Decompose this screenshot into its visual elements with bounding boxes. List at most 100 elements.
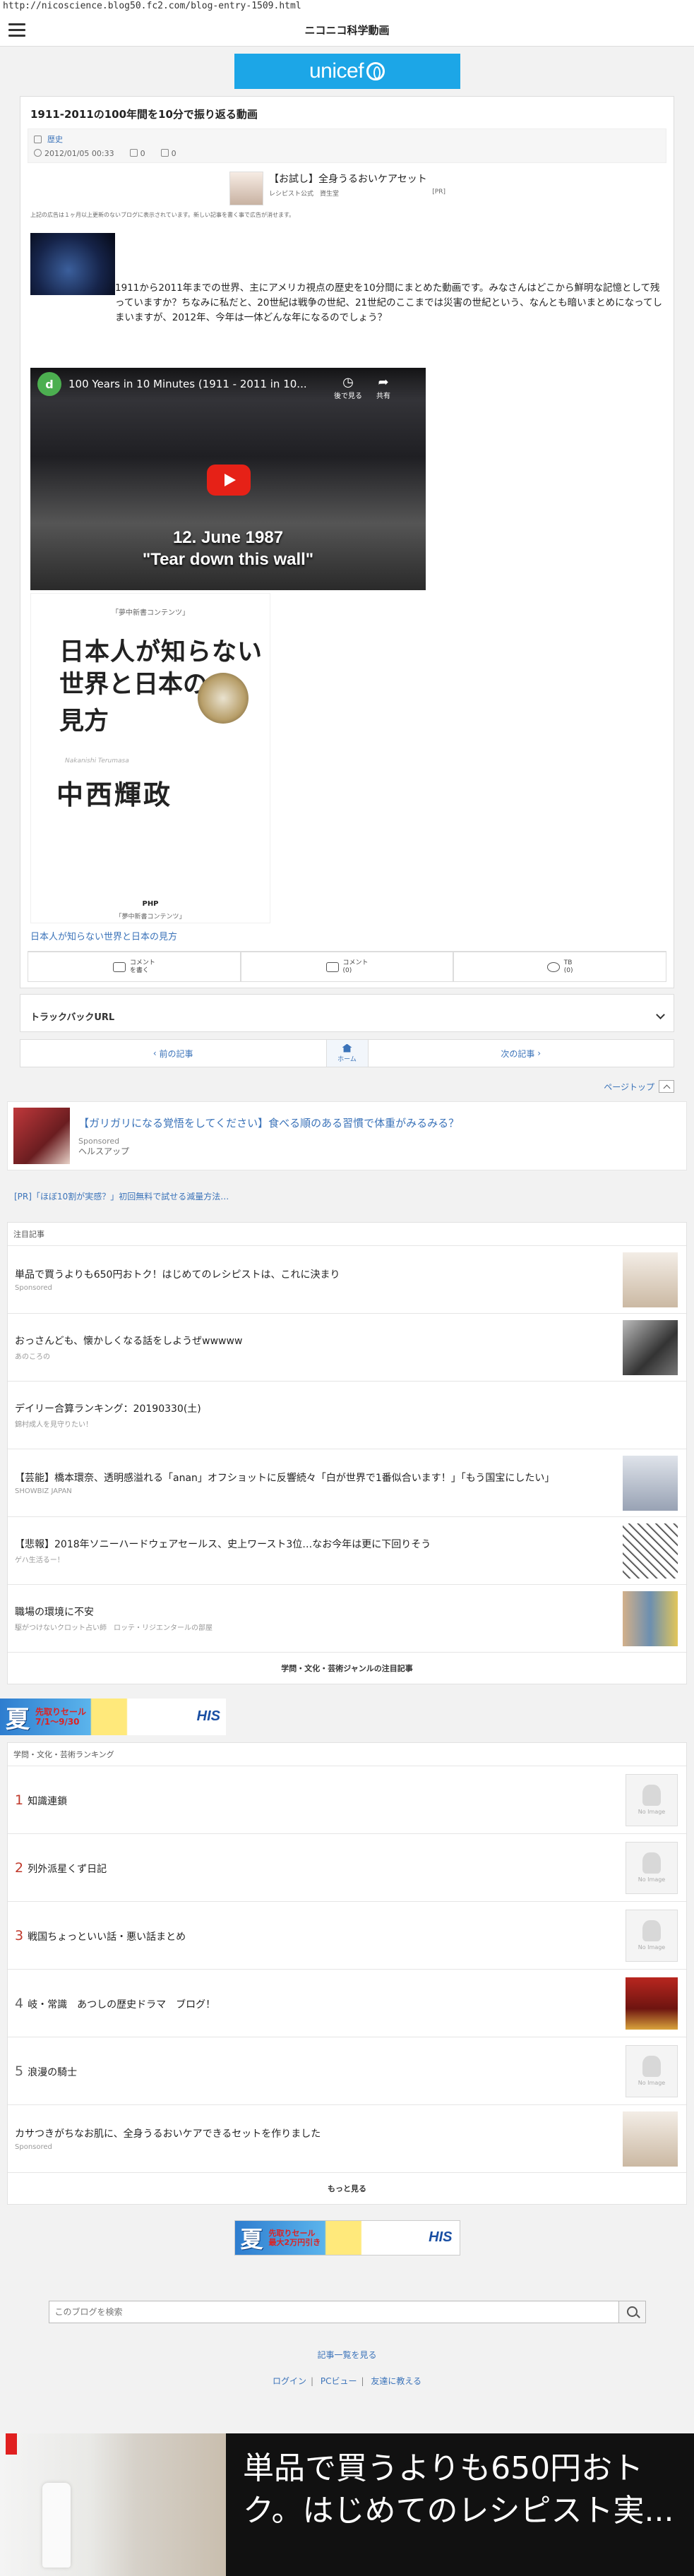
site-title[interactable]: ニコニコ科学動画 — [304, 23, 389, 37]
ranking-panel: 学問・文化・芸術ランキング 1 知識連鎖 No Image 2 列外派星くず日記 N… — [7, 1742, 687, 2205]
attention-item[interactable]: おっさんども、懐かしくなる話をしようぜwwwww あのころの — [8, 1314, 686, 1382]
video-title-bar: d 100 Years in 10 Minutes (1911 - 2011 i… — [30, 368, 426, 400]
site-header: ニコニコ科学動画 — [0, 14, 694, 47]
bottom-sticky-ad[interactable]: 単品で買うよりも650円おトク。はじめてのレシピスト実... — [0, 2433, 694, 2576]
sponsored-thumbnail — [623, 2111, 678, 2167]
article-list-link[interactable]: 記事一覧を見る — [317, 2350, 376, 2360]
attention-thumbnail — [623, 1590, 678, 1646]
play-button[interactable] — [207, 465, 251, 496]
attention-item[interactable]: 【芸能】橋本環奈、透明感溢れる「anan」オフショットに反響続々「白が世界で1番… — [8, 1449, 686, 1517]
article-meta: 歴史 2012/01/05 00:33 0 0 — [28, 128, 666, 163]
article-actions: コメント を書く コメント (0) TB (0) — [28, 951, 667, 982]
comments-icon — [325, 961, 339, 972]
pr-text-link[interactable]: [PR]「ほぼ10割が実感？」初回無料で試せる減量方法… — [14, 1190, 680, 1202]
his-logo: HIS — [429, 2229, 453, 2245]
ranking-item[interactable]: 2 列外派星くず日記 No Image — [8, 1834, 686, 1902]
trackback-button[interactable]: TB (0) — [453, 952, 667, 982]
share-button[interactable]: ➦ 共有 — [376, 375, 390, 400]
no-image-icon: No Image — [626, 2044, 678, 2097]
unicef-banner[interactable]: unicef — [234, 54, 460, 89]
ranking-item[interactable]: 5 浪漫の騎士 No Image — [8, 2037, 686, 2105]
search-icon[interactable] — [618, 2301, 646, 2323]
footer-links: ログイン | PCビュー | 友達に教える — [272, 2376, 422, 2386]
video-title[interactable]: 100 Years in 10 Minutes (1911 - 2011 in … — [68, 378, 307, 390]
pr-source: レシピスト公式 資生堂 — [269, 191, 340, 198]
no-image-icon: No Image — [626, 1773, 678, 1826]
ranking-item[interactable]: 1 知識連鎖 No Image — [8, 1766, 686, 1834]
home-icon — [342, 1043, 352, 1053]
his-banner-left[interactable]: 夏 先取りセール 7/1～9/30 HIS — [0, 1699, 226, 1735]
book-cover[interactable]: 「夢中新書コンテンツ」 日本人が知らない 世界と日本の 見方 Nakanishi… — [30, 593, 270, 923]
sponsored-ad-card[interactable]: 【ガリガリになる覚悟をしてください】食べる順のある習慣で体重がみるみる？ Spo… — [7, 1101, 687, 1170]
post-date: 2012/01/05 00:33 — [34, 149, 114, 158]
bottom-ad-image — [0, 2433, 226, 2576]
attention-item[interactable]: 単品で買うよりも650円おトク！はじめてのレシピストは、これに決まり Sponso… — [8, 1246, 686, 1314]
ad-sponsored: Sponsored — [78, 1136, 120, 1146]
ranking-item[interactable]: 3 戦国ちょっといい話・悪い話まとめ No Image — [8, 1902, 686, 1970]
browser-url[interactable]: http://nicoscience.blog50.fc2.com/blog-e… — [0, 0, 694, 14]
blog-search — [48, 2301, 646, 2323]
attention-item[interactable]: 【悲報】2018年ソニーハードウェアセールス、史上ワースト3位…なお今年は更に下… — [8, 1517, 686, 1585]
article-pager: ‹ 前の記事 ホーム 次の記事 › — [20, 1039, 674, 1067]
category-link[interactable]: 歴史 — [34, 133, 660, 145]
see-more-link[interactable]: もっと見る — [8, 2173, 686, 2204]
his-kanji: 夏 — [240, 2226, 263, 2253]
trackback-count[interactable]: 0 — [129, 149, 145, 158]
book-series-bottom: 「夢中新書コンテンツ」 — [115, 913, 186, 921]
pr-ad[interactable]: 【お試し】全身うるおいケアセット レシピスト公式 資生堂 [PR] — [229, 172, 469, 205]
login-link[interactable]: ログイン — [273, 2376, 306, 2386]
ranking-item[interactable]: 4 岐・常識 あつしの歴史ドラマ ブログ！ — [8, 1970, 686, 2037]
write-comment-button[interactable]: コメント を書く — [28, 952, 241, 982]
unicef-banner-wrap: unicef — [0, 47, 694, 96]
bottle-image — [42, 2483, 71, 2568]
pc-view-link[interactable]: PCビュー — [321, 2376, 357, 2386]
attention-thumbnail — [623, 1319, 678, 1375]
sponsored-item[interactable]: カサつきがちなお肌に、全身うるおいケアできるセットを作りました Sponsored — [8, 2105, 686, 2173]
tell-friend-link[interactable]: 友達に教える — [371, 2376, 421, 2386]
no-image-icon: No Image — [626, 1841, 678, 1894]
ranking-heading: 学問・文化・芸術ランキング — [8, 1743, 686, 1766]
comment-count[interactable]: 0 — [160, 149, 177, 158]
unicef-logo-text: unicef — [309, 59, 364, 83]
next-article-link[interactable]: 次の記事 › — [369, 1040, 674, 1067]
comments-button[interactable]: コメント (0) — [240, 952, 454, 982]
prev-article-link[interactable]: ‹ 前の記事 — [20, 1040, 326, 1067]
book-subtitle: Nakanishi Terumasa — [65, 757, 129, 765]
attention-item[interactable]: デイリー合算ランキング：20190330(土) 錦村成人を見守りたい！ — [8, 1382, 686, 1449]
chevron-down-icon — [656, 1010, 665, 1019]
his-kanji: 夏 — [6, 1705, 30, 1734]
chevron-left-icon: ‹ — [152, 1048, 160, 1058]
page-top-link[interactable]: ページトップ — [20, 1080, 674, 1093]
his-sale: 先取りセール 7/1～9/30 — [35, 1707, 87, 1727]
chevron-up-icon — [659, 1080, 674, 1093]
ad-title[interactable]: 【ガリガリになる覚悟をしてください】食べる順のある習慣で体重がみるみる？ — [78, 1115, 459, 1130]
youtube-embed[interactable]: d 100 Years in 10 Minutes (1911 - 2011 i… — [30, 368, 426, 590]
search-input[interactable] — [48, 2301, 619, 2323]
folder-icon — [34, 135, 42, 143]
article-list-link-wrap: 記事一覧を見る — [0, 2349, 694, 2361]
attention-panel: 注目記事 単品で買うよりも650円おトク！はじめてのレシピストは、これに決まり S… — [7, 1222, 687, 1684]
his-logo: HIS — [196, 1708, 220, 1724]
genre-attention-link[interactable]: 学問・文化・芸術ジャンルの注目記事 — [8, 1653, 686, 1684]
chevron-right-icon: › — [534, 1048, 542, 1058]
book-publisher: PHP — [142, 900, 159, 908]
trackback-section: トラックバックURL — [20, 994, 674, 1032]
ranking-thumbnail — [626, 1977, 678, 2030]
channel-avatar[interactable]: d — [37, 372, 61, 396]
his-sale: 先取りセール 最大2万円引き — [268, 2229, 321, 2247]
menu-icon[interactable] — [8, 23, 25, 37]
book-title-line3: 見方 — [59, 707, 109, 736]
pr-title[interactable]: 【お試し】全身うるおいケアセット — [269, 172, 445, 186]
book-link[interactable]: 日本人が知らない世界と日本の見方 — [20, 923, 674, 951]
comment-bubble-icon — [112, 961, 126, 972]
home-button[interactable]: ホーム — [325, 1040, 369, 1067]
article-body: 1911から2011年までの世界、主にアメリカ視点の歴史を10分間にまとめた動画… — [115, 282, 662, 323]
watch-later-button[interactable]: ◷ 後で見る — [334, 375, 362, 400]
video-thumbnail[interactable] — [30, 233, 115, 295]
ad-notice: 上記の広告は１ヶ月以上更新のないブログに表示されています。新しい記事を書く事で広… — [30, 212, 295, 218]
category-label: 歴史 — [47, 135, 63, 144]
trackback-url-toggle[interactable]: トラックバックURL — [20, 1000, 674, 1031]
attention-thumbnail — [623, 1252, 678, 1307]
his-banner-center[interactable]: 夏 先取りセール 最大2万円引き HIS — [234, 2220, 460, 2256]
attention-item[interactable]: 職場の環境に不安 駆がつけないクロット占い師 ロッテ・リジエンタールの部屋 — [8, 1585, 686, 1653]
